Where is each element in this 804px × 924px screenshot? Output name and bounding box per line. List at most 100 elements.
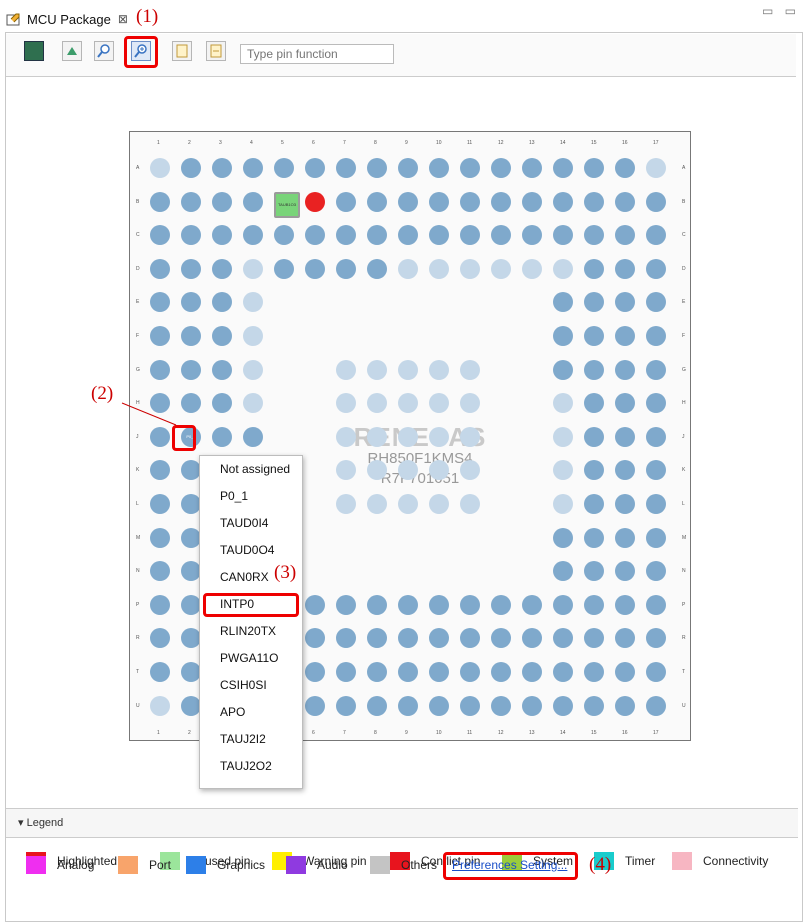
- pin-b6[interactable]: [305, 191, 325, 212]
- menu-item[interactable]: TAUJ2I2: [220, 732, 266, 746]
- pin-b8[interactable]: [367, 191, 387, 212]
- pin-t13[interactable]: [522, 662, 542, 682]
- pin-j3[interactable]: [212, 426, 232, 447]
- zoom-in-icon[interactable]: [131, 41, 151, 61]
- generate-icon[interactable]: [24, 41, 44, 61]
- pin-u14[interactable]: [553, 695, 573, 716]
- pin-d9[interactable]: [398, 258, 418, 279]
- pin-d8[interactable]: [367, 258, 387, 279]
- pin-p8[interactable]: [367, 594, 387, 615]
- pin-d12[interactable]: [491, 258, 511, 279]
- pin-e4[interactable]: [243, 292, 263, 313]
- pin-a6[interactable]: [305, 158, 325, 178]
- pin-d11[interactable]: [460, 258, 480, 279]
- pin-f3[interactable]: [212, 326, 232, 346]
- pin-f16[interactable]: [615, 326, 635, 346]
- pin-r6[interactable]: [305, 628, 325, 649]
- pin-l17[interactable]: [646, 494, 666, 514]
- pin-d15[interactable]: [584, 258, 604, 279]
- pin-u1[interactable]: [150, 695, 170, 716]
- pin-n17[interactable]: [646, 561, 666, 582]
- pin-d10[interactable]: [429, 258, 449, 279]
- tab-mcu-package[interactable]: MCU Package ⊠: [6, 6, 128, 32]
- pin-f17[interactable]: [646, 326, 666, 346]
- pin-d5[interactable]: [274, 258, 294, 279]
- pin-j16[interactable]: [615, 426, 635, 447]
- pin-u17[interactable]: [646, 695, 666, 716]
- pin-u8[interactable]: [367, 695, 387, 716]
- pin-c14[interactable]: [553, 225, 573, 246]
- pin-m14[interactable]: [553, 527, 573, 548]
- pin-k17[interactable]: [646, 460, 666, 481]
- pin-t7[interactable]: [336, 662, 356, 682]
- pin-u15[interactable]: [584, 695, 604, 716]
- pin-u10[interactable]: [429, 695, 449, 716]
- pin-p10[interactable]: [429, 594, 449, 615]
- menu-item[interactable]: APO: [220, 705, 245, 719]
- pin[interactable]: [398, 393, 418, 414]
- pin[interactable]: [367, 359, 387, 380]
- pin-b11[interactable]: [460, 191, 480, 212]
- pin-a2[interactable]: [181, 158, 201, 178]
- pin-r13[interactable]: [522, 628, 542, 649]
- pin-h2[interactable]: [181, 393, 201, 414]
- pin-h3[interactable]: [212, 393, 232, 414]
- pin-p1[interactable]: [150, 594, 170, 615]
- pin-f14[interactable]: [553, 326, 573, 346]
- pin-r2[interactable]: [181, 628, 201, 649]
- pin[interactable]: [460, 426, 480, 447]
- pin-c16[interactable]: [615, 225, 635, 246]
- pin-u12[interactable]: [491, 695, 511, 716]
- pin-p12[interactable]: [491, 594, 511, 615]
- pin[interactable]: [336, 426, 356, 447]
- pin-t9[interactable]: [398, 662, 418, 682]
- pin[interactable]: [398, 359, 418, 380]
- pin-b7[interactable]: [336, 191, 356, 212]
- pin-p17[interactable]: [646, 594, 666, 615]
- pin[interactable]: [460, 494, 480, 514]
- pin-a12[interactable]: [491, 158, 511, 178]
- pin-t11[interactable]: [460, 662, 480, 682]
- preferences-setting-link[interactable]: Preferences Setting...: [452, 858, 567, 872]
- import-icon[interactable]: [206, 41, 226, 61]
- pin-r10[interactable]: [429, 628, 449, 649]
- pin[interactable]: [429, 494, 449, 514]
- pin-m2[interactable]: [181, 527, 201, 548]
- menu-item[interactable]: TAUD0O4: [220, 543, 274, 557]
- pin-k1[interactable]: [150, 460, 170, 481]
- pin-g4[interactable]: [243, 359, 263, 380]
- pin-h4[interactable]: [243, 393, 263, 414]
- pin-b9[interactable]: [398, 191, 418, 212]
- pin-a10[interactable]: [429, 158, 449, 178]
- pin-b15[interactable]: [584, 191, 604, 212]
- pin-a14[interactable]: [553, 158, 573, 178]
- pin-d16[interactable]: [615, 258, 635, 279]
- window-controls[interactable]: ▭ ▭: [762, 4, 800, 18]
- pin-k14[interactable]: [553, 460, 573, 481]
- pin-u7[interactable]: [336, 695, 356, 716]
- pin-p16[interactable]: [615, 594, 635, 615]
- pin-n15[interactable]: [584, 561, 604, 582]
- pin-r8[interactable]: [367, 628, 387, 649]
- pin-b16[interactable]: [615, 191, 635, 212]
- pin-d17[interactable]: [646, 258, 666, 279]
- pin-j4[interactable]: [243, 426, 263, 447]
- pin-a9[interactable]: [398, 158, 418, 178]
- pin-r1[interactable]: [150, 628, 170, 649]
- pin-p11[interactable]: [460, 594, 480, 615]
- pin-t17[interactable]: [646, 662, 666, 682]
- pin-j17[interactable]: [646, 426, 666, 447]
- pin-p9[interactable]: [398, 594, 418, 615]
- pin-c11[interactable]: [460, 225, 480, 246]
- pin-f15[interactable]: [584, 326, 604, 346]
- zoom-out-icon[interactable]: [94, 41, 114, 61]
- pin-d7[interactable]: [336, 258, 356, 279]
- pin-r15[interactable]: [584, 628, 604, 649]
- pin-e2[interactable]: [181, 292, 201, 313]
- pin-r14[interactable]: [553, 628, 573, 649]
- pin-l16[interactable]: [615, 494, 635, 514]
- pin-p14[interactable]: [553, 594, 573, 615]
- menu-item[interactable]: RLIN20TX: [220, 624, 276, 638]
- pin-e3[interactable]: [212, 292, 232, 313]
- pin-b2[interactable]: [181, 191, 201, 212]
